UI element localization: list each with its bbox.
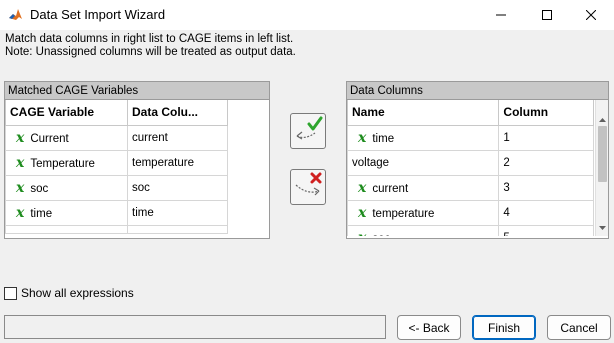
column-header[interactable]: Data Colu... [127,100,228,126]
column-header[interactable]: Column [498,100,594,126]
table-row[interactable]: x time time [5,199,228,226]
instruction-line: Match data columns in right list to CAGE… [5,33,294,45]
data-column: soc [127,174,228,201]
variable-icon: x [16,154,25,171]
column-name: current [372,182,409,195]
table-row-empty [5,224,228,234]
data-column: temperature [127,149,228,176]
data-columns-list[interactable]: Name Column x time 1 voltage 2 x current 3 [347,100,594,236]
status-field [4,315,386,339]
cancel-button[interactable]: Cancel [547,315,611,340]
maximize-icon [542,10,552,20]
variable-icon: x [358,179,367,196]
column-index: 3 [498,174,594,201]
instruction-note: Note: Unassigned columns will be treated… [5,46,296,58]
column-index: 4 [498,199,594,226]
variable-icon: x [358,230,366,237]
back-button[interactable]: <- Back [397,315,461,340]
matlab-icon [8,7,23,22]
column-name: soc [372,233,390,237]
vertical-scrollbar[interactable] [595,100,608,236]
column-index: 1 [498,124,594,151]
table-row[interactable]: x soc soc [5,174,228,201]
table-row[interactable]: x temperature 4 [347,199,594,226]
cage-variable: Current [30,132,69,145]
show-all-expressions-option[interactable]: Show all expressions [4,286,134,300]
unmatch-columns-button[interactable] [290,169,326,205]
table-header-row: Name Column [347,100,594,126]
data-columns-table: Name Column x time 1 voltage 2 x current 3 [347,100,594,236]
data-columns-panel: Data Columns Name Column x time 1 voltage… [346,81,609,239]
scrollbar-thumb[interactable] [598,126,607,182]
matched-variables-table: CAGE Variable Data Colu... x Current curr… [5,100,228,234]
minimize-button[interactable] [478,0,524,30]
minimize-icon [496,14,506,16]
instructions: Match data columns in right list to CAGE… [5,33,296,59]
panel-title: Data Columns [347,82,608,100]
scroll-down-arrow-icon[interactable] [598,224,607,232]
table-row[interactable]: x time 1 [347,124,594,151]
variable-icon: x [16,204,25,221]
table-row[interactable]: x current 3 [347,174,594,201]
add-match-arrow-icon [296,116,323,140]
cage-variable: soc [30,182,49,195]
column-name: temperature [372,207,435,220]
variable-icon: x [16,129,25,146]
table-row[interactable]: x Temperature temperature [5,149,228,176]
close-icon [586,10,596,20]
maximize-button[interactable] [524,0,570,30]
column-index: 2 [498,149,594,176]
data-column: time [127,199,228,226]
variable-icon: x [16,179,25,196]
checkbox-label: Show all expressions [21,286,134,300]
close-button[interactable] [568,0,614,30]
cage-variable: time [30,207,53,220]
finish-button[interactable]: Finish [472,315,536,340]
data-column: current [127,124,228,151]
scroll-up-arrow-icon[interactable] [598,116,607,124]
show-all-expressions-checkbox[interactable] [4,286,17,300]
table-header-row: CAGE Variable Data Colu... [5,100,228,126]
table-row[interactable]: x soc 5 [347,224,594,237]
title-bar: Data Set Import Wizard [0,0,614,30]
column-name: time [372,132,395,145]
column-index: 5 [498,224,594,236]
matched-cage-variables-panel: Matched CAGE Variables CAGE Variable Dat… [4,81,270,239]
match-columns-button[interactable] [290,113,326,149]
panel-title: Matched CAGE Variables [5,82,269,100]
table-row[interactable]: x Current current [5,124,228,151]
variable-icon: x [358,129,367,146]
window-title: Data Set Import Wizard [30,7,166,22]
variable-icon: x [358,204,367,221]
table-row[interactable]: voltage 2 [347,149,594,176]
column-header[interactable]: Name [347,100,500,126]
remove-match-arrow-icon [295,172,322,196]
column-name: voltage [352,156,390,169]
cage-variable: Temperature [30,157,95,170]
column-header[interactable]: CAGE Variable [5,100,128,126]
